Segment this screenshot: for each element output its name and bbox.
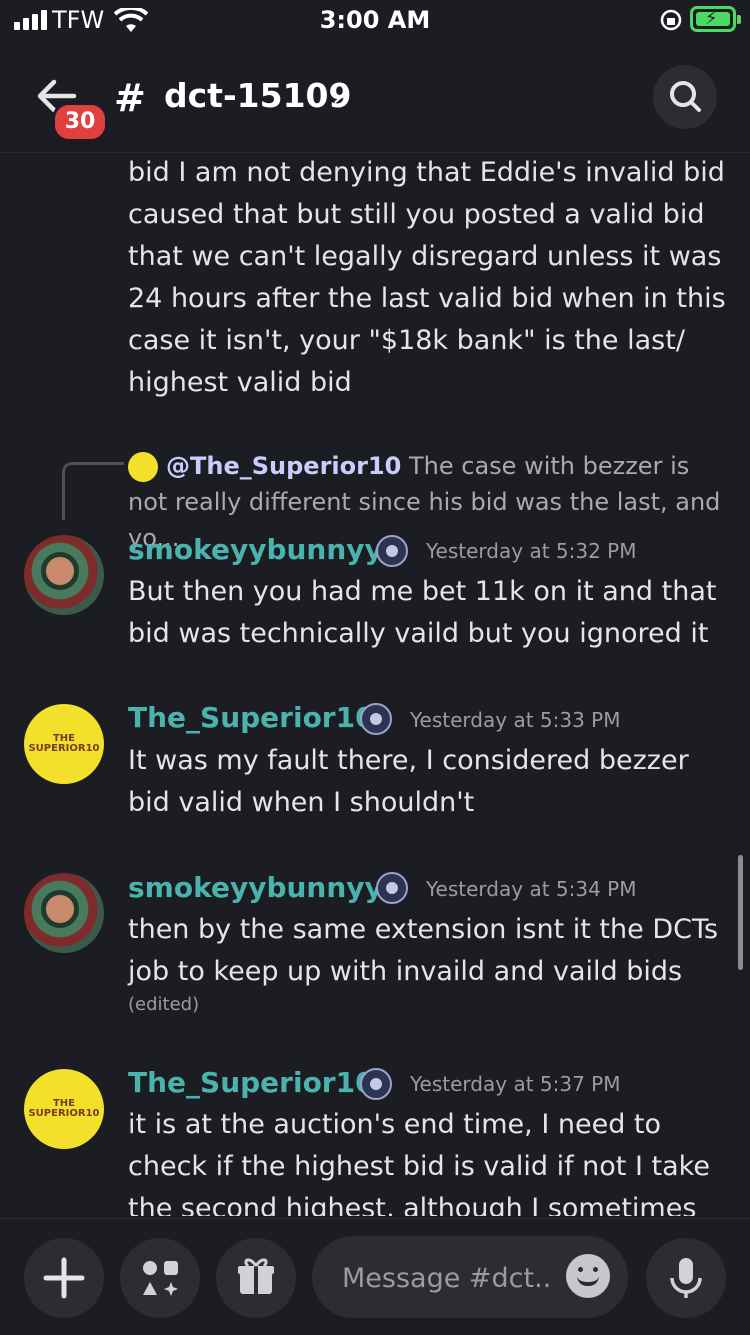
avatar[interactable] bbox=[24, 535, 104, 615]
gift-button[interactable] bbox=[216, 1238, 296, 1318]
orientation-lock-icon bbox=[660, 9, 682, 31]
message-text: it is at the auction's end time, I need … bbox=[128, 1109, 710, 1216]
edited-label: (edited) bbox=[128, 994, 200, 1015]
battery-charging-icon: ⚡ bbox=[690, 6, 741, 32]
hash-icon: # bbox=[114, 76, 146, 120]
avatar-logo-text: THE SUPERIOR10 bbox=[28, 733, 100, 754]
gift-icon bbox=[238, 1258, 274, 1294]
message-input-container[interactable] bbox=[312, 1236, 628, 1318]
avatar[interactable] bbox=[24, 873, 104, 953]
reply-connector bbox=[62, 462, 124, 520]
message-timestamp: Yesterday at 5:34 PM bbox=[426, 877, 637, 901]
microphone-icon bbox=[670, 1258, 702, 1298]
apps-button[interactable] bbox=[120, 1238, 200, 1318]
unread-badge: 30 bbox=[52, 102, 108, 142]
message-author[interactable]: smokeyybunnyyy bbox=[128, 533, 401, 566]
message-author[interactable]: smokeyybunnyyy bbox=[128, 871, 401, 904]
avatar[interactable]: THE SUPERIOR10 bbox=[24, 704, 104, 784]
message-text: But then you had me bet 11k on it and th… bbox=[128, 576, 717, 649]
verified-icon bbox=[376, 872, 408, 904]
clock: 3:00 AM bbox=[319, 6, 431, 34]
message-author[interactable]: The_Superior10 bbox=[128, 1066, 375, 1099]
reply-mention[interactable]: @The_Superior10 bbox=[166, 452, 401, 480]
message-text: It was my fault there, I considered bezz… bbox=[128, 745, 689, 818]
message-author[interactable]: The_Superior10 bbox=[128, 701, 375, 734]
add-attachment-button[interactable] bbox=[24, 1238, 104, 1318]
voice-message-button[interactable] bbox=[646, 1238, 726, 1318]
channel-header bbox=[0, 60, 750, 153]
verified-icon bbox=[360, 703, 392, 735]
message-text: then by the same extension isnt it the D… bbox=[128, 914, 719, 987]
verified-icon bbox=[376, 535, 408, 567]
avatar bbox=[128, 452, 158, 482]
search-icon bbox=[670, 81, 701, 112]
search-button[interactable] bbox=[653, 65, 717, 129]
avatar[interactable]: THE SUPERIOR10 bbox=[24, 1069, 104, 1149]
avatar-logo-text: THE SUPERIOR10 bbox=[28, 1098, 100, 1119]
apps-icon bbox=[143, 1261, 178, 1296]
chevron-right-icon[interactable]: › bbox=[332, 80, 343, 113]
verified-icon bbox=[360, 1068, 392, 1100]
plus-icon bbox=[43, 1257, 85, 1299]
scrollbar[interactable] bbox=[738, 855, 743, 970]
channel-title[interactable]: dct-15109 bbox=[164, 76, 351, 115]
status-bar: TFW 3:00 AM ⚡ bbox=[0, 0, 750, 44]
message-timestamp: Yesterday at 5:33 PM bbox=[410, 708, 621, 732]
emoji-icon[interactable] bbox=[566, 1254, 610, 1298]
message-timestamp: Yesterday at 5:32 PM bbox=[426, 539, 637, 563]
message-timestamp: Yesterday at 5:37 PM bbox=[410, 1072, 621, 1096]
message-input[interactable] bbox=[340, 1252, 554, 1304]
message-text: bid I am not denying that Eddie's invali… bbox=[128, 157, 726, 398]
